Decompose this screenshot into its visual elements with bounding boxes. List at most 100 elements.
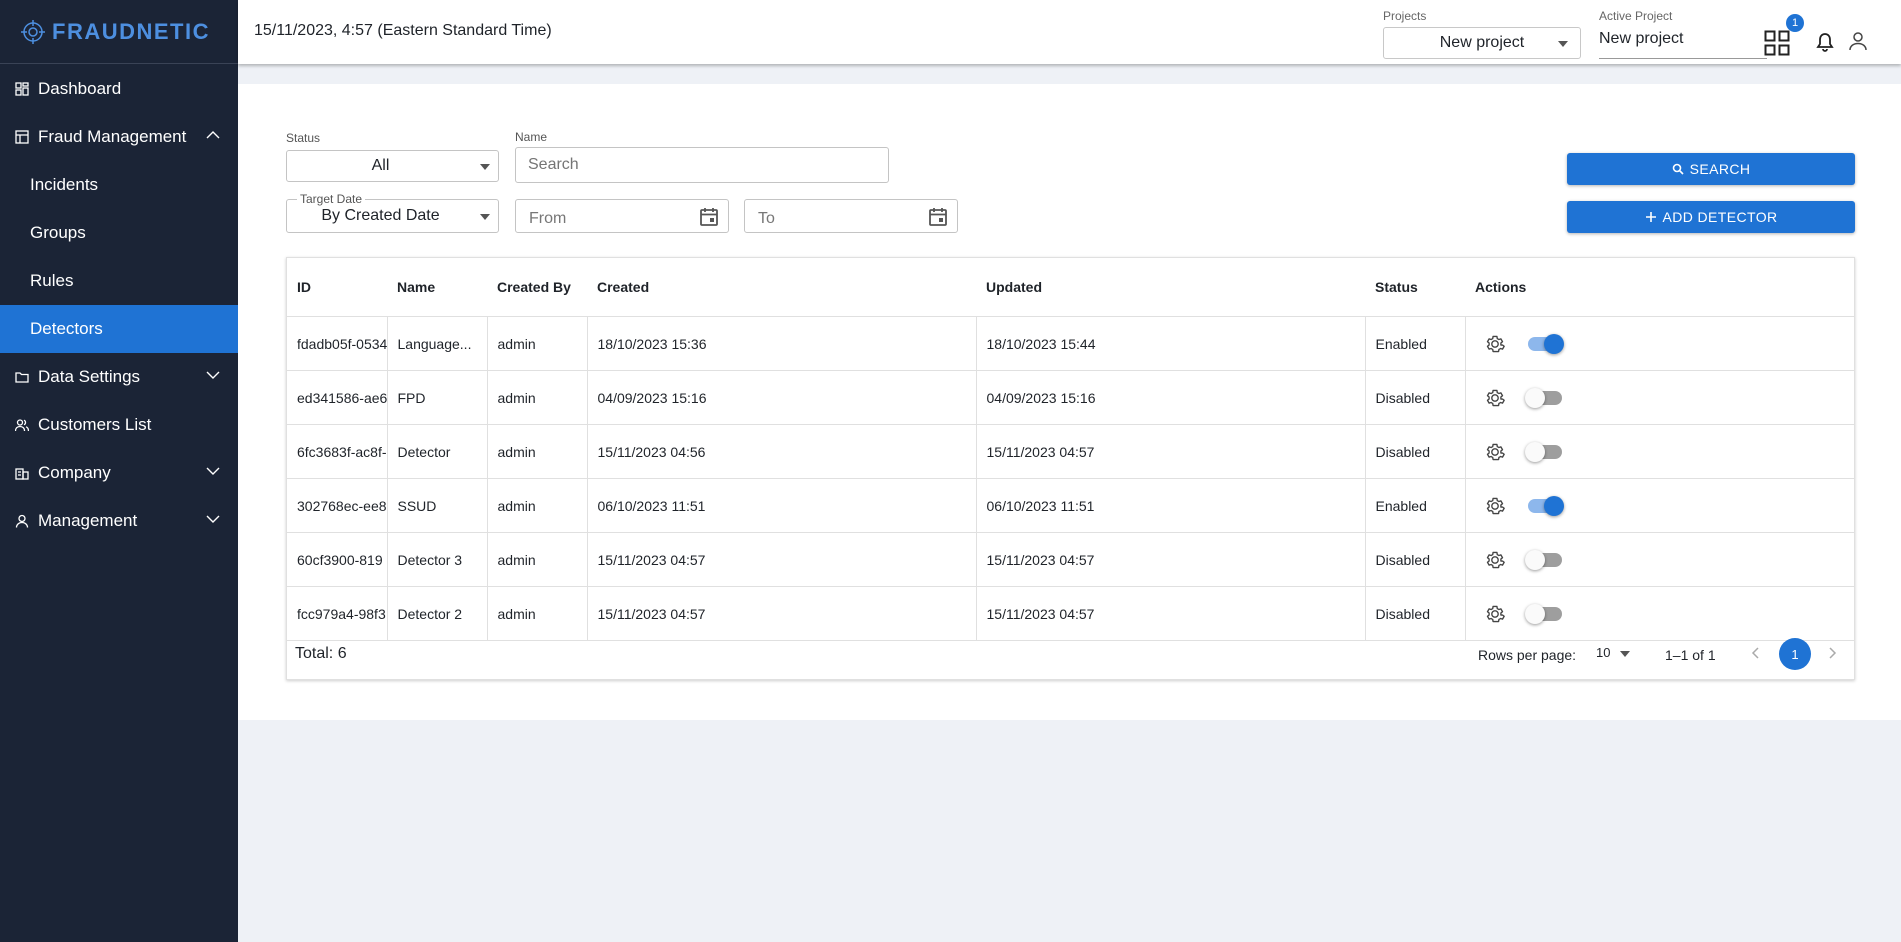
cell-name: Detector 3	[387, 532, 488, 587]
calendar-icon[interactable]	[929, 207, 947, 227]
gear-icon[interactable]	[1484, 387, 1506, 409]
cell-id: 302768ec-ee8	[287, 478, 388, 533]
status-toggle[interactable]	[1524, 387, 1562, 408]
gear-icon[interactable]	[1484, 495, 1506, 517]
table-row[interactable]: ed341586-ae6 FPD admin 04/09/2023 15:16 04/0…	[287, 370, 1854, 425]
sidebar-item-groups[interactable]: Groups	[0, 209, 238, 257]
table-row[interactable]: fdadb05f-0534 Language... admin 18/10/2023 …	[287, 316, 1854, 371]
cell-actions	[1465, 316, 1854, 371]
column-header[interactable]: Name	[387, 258, 487, 317]
search-button-label: SEARCH	[1689, 161, 1751, 177]
search-button[interactable]: SEARCH	[1567, 153, 1855, 185]
sidebar-item-label: Rules	[30, 271, 74, 290]
toggle-knob	[1524, 387, 1545, 408]
status-filter-select[interactable]: All	[286, 150, 499, 182]
logo[interactable]: FRAUDNETIC	[0, 0, 238, 64]
chevron-down-icon	[206, 467, 220, 475]
rows-per-page-select[interactable]: 10	[1596, 645, 1610, 660]
column-header[interactable]: ID	[287, 258, 387, 317]
apps-grid-icon[interactable]	[1764, 30, 1790, 56]
sidebar-item-dashboard[interactable]: Dashboard	[0, 65, 238, 113]
to-date-placeholder: To	[758, 210, 775, 227]
calendar-icon[interactable]	[700, 207, 718, 227]
cell-created: 18/10/2023 15:36	[587, 316, 977, 371]
user-account-icon[interactable]	[1848, 31, 1868, 51]
column-header[interactable]: Status	[1365, 258, 1465, 317]
logo-text: FRAUDNETIC	[52, 18, 210, 44]
sidebar-item-label: Incidents	[30, 175, 99, 194]
chevron-right-icon[interactable]	[1827, 646, 1837, 660]
cell-created-by: admin	[487, 370, 588, 425]
status-filter-label: Status	[286, 131, 321, 145]
sidebar-item-customers-list[interactable]: Customers List	[0, 401, 238, 449]
cell-name: SSUD	[387, 478, 488, 533]
chevron-down-icon	[206, 515, 220, 523]
gear-icon[interactable]	[1484, 549, 1506, 571]
status-toggle[interactable]	[1527, 333, 1564, 354]
status-toggle[interactable]	[1524, 549, 1562, 570]
cell-created: 06/10/2023 11:51	[587, 478, 977, 533]
table-row[interactable]: 60cf3900-819 Detector 3 admin 15/11/2023 04…	[287, 532, 1854, 587]
cell-name: Detector	[387, 424, 488, 479]
sidebar-item-label: Detectors	[30, 319, 103, 338]
sidebar-item-label: Management	[38, 511, 138, 530]
cell-status: Disabled	[1365, 370, 1466, 425]
page-button-current[interactable]: 1	[1779, 638, 1811, 670]
sidebar-item-rules[interactable]: Rules	[0, 257, 238, 305]
cell-created-by: admin	[487, 532, 588, 587]
projects-select[interactable]: New project	[1383, 27, 1581, 59]
rows-per-page-label: Rows per page:	[1478, 647, 1577, 663]
top-header: 15/11/2023, 4:57 (Eastern Standard Time)…	[238, 0, 1901, 64]
sidebar: FRAUDNETIC Dashboard Fraud Management In…	[0, 0, 238, 942]
chevron-left-icon[interactable]	[1751, 646, 1761, 660]
target-date-label: Target Date	[297, 192, 366, 206]
target-date-select[interactable]: Target Date By Created Date	[286, 192, 499, 233]
sidebar-item-fraud-management[interactable]: Fraud Management	[0, 113, 238, 161]
cell-status: Disabled	[1365, 532, 1466, 587]
gear-icon[interactable]	[1484, 603, 1506, 625]
status-toggle[interactable]	[1527, 495, 1564, 516]
sidebar-item-detectors[interactable]: Detectors	[0, 305, 238, 353]
cell-updated: 15/11/2023 04:57	[976, 532, 1366, 587]
cell-created: 15/11/2023 04:57	[587, 532, 977, 587]
cell-updated: 04/09/2023 15:16	[976, 370, 1366, 425]
cell-actions	[1465, 370, 1854, 425]
projects-select-value: New project	[1439, 34, 1525, 51]
status-toggle[interactable]	[1524, 441, 1562, 462]
table-row[interactable]: 302768ec-ee8 SSUD admin 06/10/2023 11:51 06/…	[287, 478, 1854, 533]
detectors-table: ID Name Created By Created Updated Statu…	[286, 257, 1855, 680]
status-toggle[interactable]	[1524, 603, 1562, 624]
table-header-row: ID Name Created By Created Updated Statu…	[287, 258, 1854, 317]
toggle-knob	[1524, 549, 1545, 570]
from-date-placeholder: From	[529, 210, 567, 227]
column-header[interactable]: Created By	[487, 258, 587, 317]
add-detector-button[interactable]: ADD DETECTOR	[1567, 201, 1855, 233]
gear-icon[interactable]	[1484, 441, 1506, 463]
sidebar-item-data-settings[interactable]: Data Settings	[0, 353, 238, 401]
total-count: Total: 6	[295, 645, 347, 662]
search-icon	[1672, 163, 1684, 175]
cell-id: 60cf3900-819	[287, 532, 388, 587]
sidebar-item-company[interactable]: Company	[0, 449, 238, 497]
caret-down-icon	[480, 214, 490, 220]
logo-icon	[21, 19, 45, 44]
cell-created-by: admin	[487, 316, 588, 371]
to-date-field[interactable]: To	[744, 199, 958, 233]
gear-icon[interactable]	[1484, 333, 1506, 355]
column-header[interactable]: Updated	[976, 258, 1365, 317]
cell-created: 15/11/2023 04:56	[587, 424, 977, 479]
bell-icon[interactable]	[1816, 32, 1834, 52]
from-date-field[interactable]: From	[515, 199, 729, 233]
sidebar-item-label: Groups	[30, 223, 86, 242]
table-row[interactable]: 6fc3683f-ac8f- Detector admin 15/11/2023 04…	[287, 424, 1854, 479]
caret-down-icon[interactable]	[1620, 651, 1630, 657]
column-header[interactable]: Created	[587, 258, 976, 317]
sidebar-item-incidents[interactable]: Incidents	[0, 161, 238, 209]
sidebar-item-management[interactable]: Management	[0, 497, 238, 545]
name-search-input[interactable]	[515, 147, 889, 183]
cell-name: FPD	[387, 370, 488, 425]
cell-actions	[1465, 532, 1854, 587]
cell-updated: 06/10/2023 11:51	[976, 478, 1366, 533]
active-project-field[interactable]: New project	[1599, 30, 1767, 59]
table-icon	[15, 130, 29, 144]
